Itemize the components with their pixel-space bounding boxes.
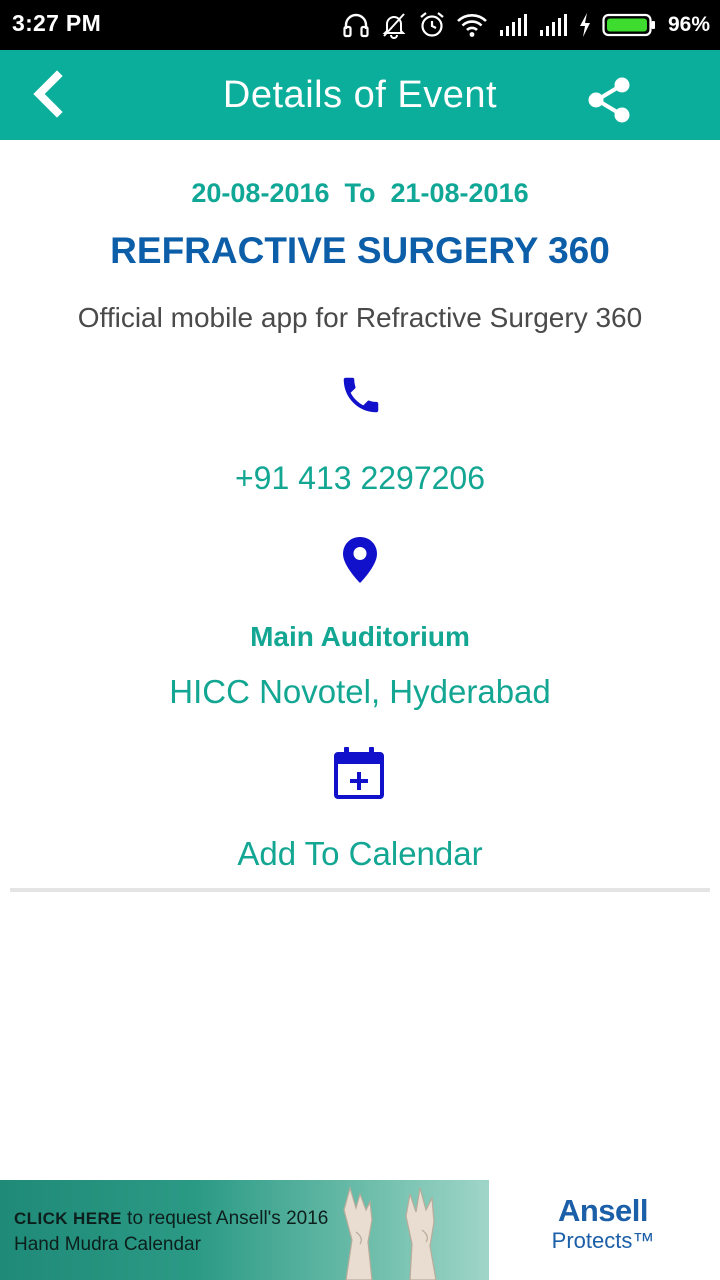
signal-icon: [539, 14, 567, 36]
ad-brand-name: Ansell: [557, 1193, 649, 1228]
event-title: REFRACTIVE SURGERY 360: [110, 230, 610, 271]
alarm-icon: [420, 12, 444, 37]
calendar-add-icon[interactable]: [333, 746, 385, 800]
event-date-range: 20-08-2016 To 21-08-2016: [191, 178, 529, 208]
venue-address[interactable]: HICC Novotel, Hyderabad: [0, 673, 720, 711]
ad-line1: to request Ansell's 2016: [121, 1208, 329, 1229]
divider: [10, 888, 710, 892]
notifications-off-icon: [382, 13, 406, 39]
ad-line2: Hand Mudra Calendar: [14, 1234, 201, 1255]
share-icon: [588, 77, 630, 123]
status-bar: 3:27 PM 96%: [0, 0, 720, 50]
add-to-calendar-button[interactable]: Add To Calendar: [0, 835, 720, 873]
headphones-icon: [343, 13, 369, 38]
share-button[interactable]: [584, 74, 636, 126]
ad-brand-logo: Ansell Protects™: [548, 1194, 658, 1254]
venue-name: Main Auditorium: [250, 621, 470, 652]
charging-icon: [579, 13, 590, 37]
phone-icon[interactable]: [338, 372, 384, 418]
event-details-screen: 3:27 PM 96% Details of Event 20-08-2016 …: [0, 0, 720, 1280]
status-time: 3:27 PM: [12, 10, 102, 36]
status-icons: 96%: [342, 8, 710, 42]
location-pin-icon[interactable]: [341, 536, 379, 584]
phone-number[interactable]: +91 413 2297206: [0, 460, 720, 497]
ad-text: CLICK HERE to request Ansell's 2016 Hand…: [14, 1206, 328, 1258]
battery-percent: 96%: [667, 13, 710, 36]
ad-image: CLICK HERE to request Ansell's 2016 Hand…: [0, 1180, 489, 1280]
ad-brand-tagline: Protects™: [551, 1228, 655, 1253]
wifi-icon: [457, 14, 487, 37]
app-bar: Details of Event: [0, 50, 720, 140]
battery-icon: [602, 13, 655, 37]
ad-click-here[interactable]: CLICK HERE: [14, 1209, 122, 1228]
event-description: Official mobile app for Refractive Surge…: [77, 302, 643, 333]
signal-icon: [499, 14, 527, 36]
ad-banner[interactable]: CLICK HERE to request Ansell's 2016 Hand…: [0, 1180, 720, 1280]
hands-illustration-icon: [343, 1185, 437, 1280]
